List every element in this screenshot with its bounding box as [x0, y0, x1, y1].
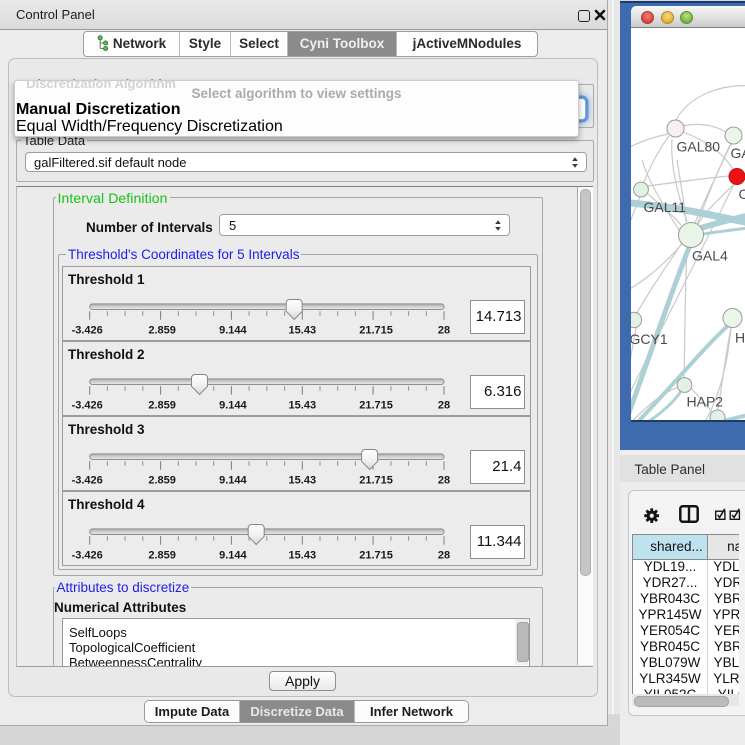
svg-text:15.43: 15.43: [289, 550, 317, 562]
svg-text:-3.426: -3.426: [72, 550, 103, 562]
svg-text:9.144: 9.144: [219, 475, 247, 487]
svg-text:2.859: 2.859: [148, 325, 176, 337]
svg-text:28: 28: [438, 400, 450, 412]
svg-text:15.43: 15.43: [289, 325, 317, 337]
svg-text:2.859: 2.859: [148, 550, 176, 562]
svg-text:-3.426: -3.426: [72, 325, 103, 337]
svg-text:C: C: [739, 186, 745, 202]
svg-text:2.859: 2.859: [148, 400, 176, 412]
svg-text:GAL11: GAL11: [644, 199, 687, 215]
svg-text:9.144: 9.144: [219, 550, 247, 562]
svg-text:15.43: 15.43: [289, 475, 317, 487]
svg-text:21.715: 21.715: [359, 475, 393, 487]
svg-text:28: 28: [438, 475, 450, 487]
svg-text:-3.426: -3.426: [72, 475, 103, 487]
svg-text:GA: GA: [731, 145, 745, 161]
svg-text:H: H: [735, 330, 745, 346]
svg-text:-3.426: -3.426: [72, 400, 103, 412]
svg-text:9.144: 9.144: [219, 400, 247, 412]
svg-text:GCY1: GCY1: [631, 331, 668, 347]
svg-text:21.715: 21.715: [359, 550, 393, 562]
svg-text:21.715: 21.715: [359, 325, 393, 337]
svg-text:2.859: 2.859: [148, 475, 176, 487]
svg-text:GAL80: GAL80: [677, 139, 721, 155]
svg-text:HAP2: HAP2: [687, 394, 724, 410]
svg-text:9.144: 9.144: [219, 325, 247, 337]
svg-text:28: 28: [438, 325, 450, 337]
svg-text:21.715: 21.715: [359, 400, 393, 412]
svg-text:GAL4: GAL4: [692, 248, 728, 264]
svg-text:28: 28: [438, 550, 450, 562]
svg-text:15.43: 15.43: [289, 400, 317, 412]
